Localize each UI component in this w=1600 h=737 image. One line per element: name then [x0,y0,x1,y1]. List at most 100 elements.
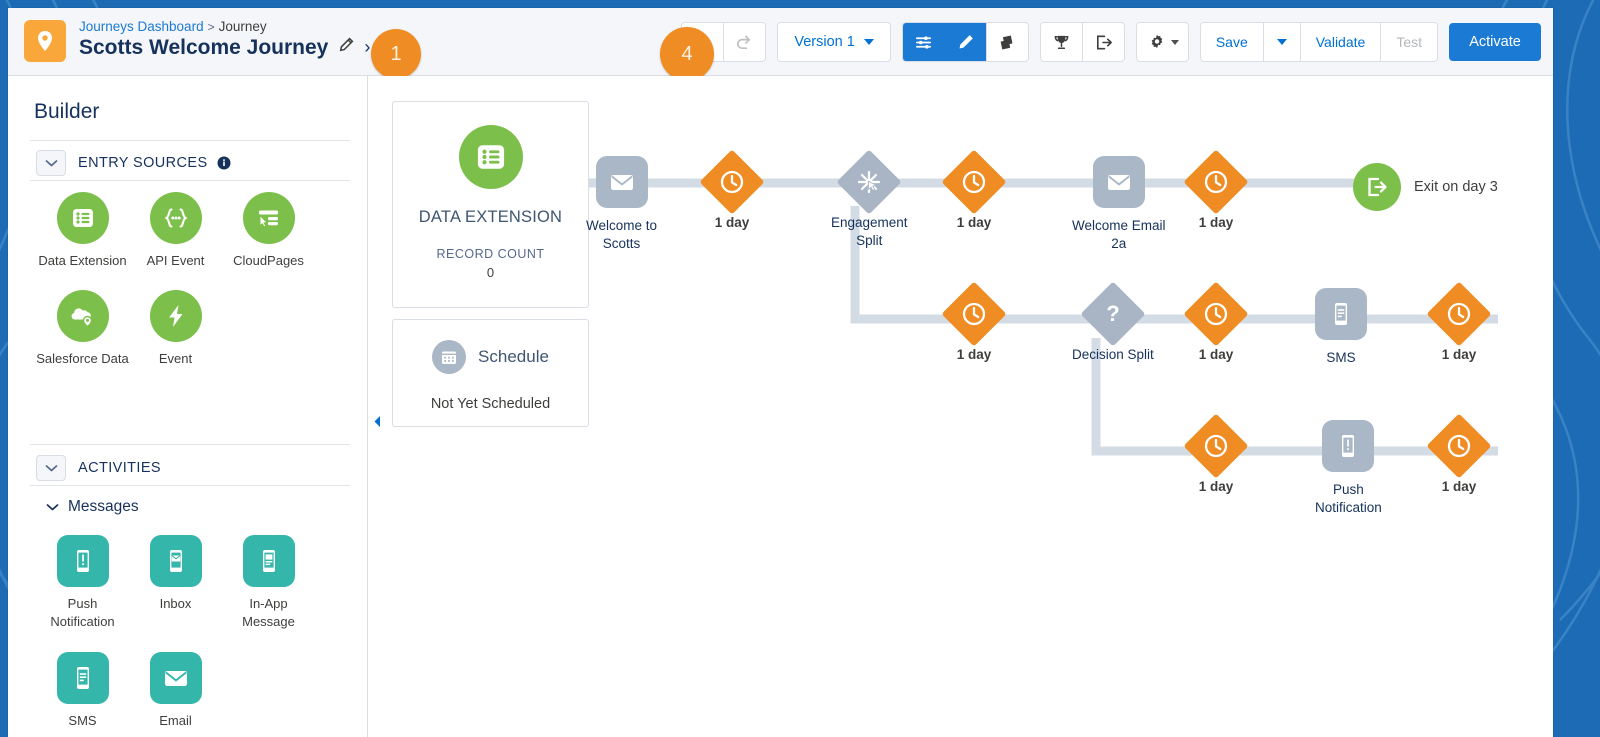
entry-sources-palette: Data Extension API Event CloudPages Sale… [36,192,336,375]
save-button[interactable]: Save [1200,23,1263,61]
messages-palette: Push Notification Inbox In-App Message S… [36,535,336,736]
trophy-icon[interactable] [1040,23,1082,61]
schedule-card-title: Schedule [478,347,549,366]
lightning-bolt-icon [149,290,202,343]
journey-canvas: DATA EXTENSION RECORD COUNT 0 Schedule N… [368,76,1553,737]
duplicate-icon[interactable] [985,23,1028,61]
entry-card-title: DATA EXTENSION [418,208,563,226]
node-label: 1 day [714,215,750,230]
clock-icon [1183,149,1249,215]
calendar-icon [432,340,467,374]
save-dropdown-button[interactable] [1262,23,1300,61]
node-welcome-email-2a[interactable]: Welcome Email 2a [1072,156,1166,253]
node-label: Decision Split [1072,347,1154,362]
messages-group-header[interactable]: Messages [46,498,139,516]
node-label: Welcome Email 2a [1072,218,1166,252]
node-label: 1 day [956,215,992,230]
palette-item-push-notification[interactable]: Push Notification [36,535,129,632]
node-wait-7[interactable]: 1 day [1183,413,1249,496]
palette-item-email[interactable]: Email [129,651,222,730]
node-welcome-to-scotts[interactable]: Welcome to Scotts [586,156,657,253]
app-shell: Journeys Dashboard > Journey Scotts Welcom… [8,8,1553,737]
info-icon[interactable] [217,156,231,170]
entry-sources-header[interactable]: ENTRY SOURCES [36,150,231,176]
node-label: SMS [1326,350,1356,365]
location-pin-icon [24,20,66,62]
node-exit[interactable]: Exit on day 3 [1353,163,1498,211]
clock-icon [1426,281,1492,347]
settings-group [1135,22,1189,62]
salesforce-cloud-icon [56,290,109,343]
node-label: Engagement Split [831,215,908,249]
palette-item-salesforce-data[interactable]: Salesforce Data [36,290,129,368]
divider [30,485,350,486]
redo-icon[interactable] [723,23,766,61]
palette-item-label: CloudPages [233,253,304,268]
activities-header[interactable]: ACTIVITIES [36,455,161,481]
node-wait-5[interactable]: 1 day [1183,281,1249,364]
chevron-down-icon[interactable] [36,150,66,176]
chevron-down-icon[interactable] [36,455,66,481]
palette-item-api-event[interactable]: API Event [129,192,222,270]
header-toolbar: Version 1 Save Validate Test Activate [681,22,1541,62]
breadcrumb-link-dashboard[interactable]: Journeys Dashboard [79,19,204,34]
node-label: 1 day [1441,479,1477,494]
clock-icon [699,149,765,215]
chevron-right-icon[interactable]: › [364,38,370,56]
exit-icon[interactable] [1081,23,1124,61]
node-decision-split[interactable]: ? Decision Split [1072,281,1154,364]
palette-item-cloudpages[interactable]: CloudPages [222,192,315,270]
palette-item-inbox[interactable]: Inbox [129,535,222,632]
email-icon [1092,156,1145,208]
node-wait-2[interactable]: 1 day [941,149,1007,232]
breadcrumb: Journeys Dashboard > Journey Scotts Welcom… [79,20,370,58]
node-wait-8[interactable]: 1 day [1426,413,1492,496]
divider [30,140,350,141]
callout-badge-1: 1 [371,29,421,79]
sms-icon [1315,288,1367,340]
palette-item-sms[interactable]: SMS [36,651,129,730]
node-sms[interactable]: SMS [1315,288,1367,367]
palette-item-label: Push Notification [50,596,115,630]
divider [30,180,350,181]
divider [30,444,350,445]
builder-sidebar: Builder ENTRY SOURCES Data Extension API… [8,76,368,737]
node-wait-1[interactable]: 1 day [699,149,765,232]
chevron-down-icon[interactable] [46,503,59,512]
palette-item-data-extension[interactable]: Data Extension [36,192,129,270]
clock-icon [1183,413,1249,479]
sliders-icon[interactable] [902,23,944,61]
entry-source-card[interactable]: DATA EXTENSION RECORD COUNT 0 [392,101,589,308]
pencil-icon[interactable] [338,37,354,57]
exit-label: Exit on day 3 [1414,179,1498,195]
node-push-notification[interactable]: Push Notification [1315,420,1382,517]
activate-button[interactable]: Activate [1449,23,1541,61]
palette-item-label: Data Extension [38,253,127,268]
email-icon [149,651,202,704]
messages-group-label: Messages [68,498,139,515]
node-wait-4[interactable]: 1 day [941,281,1007,364]
sidebar-title: Builder [34,100,100,123]
schedule-card[interactable]: Schedule Not Yet Scheduled [392,319,589,427]
node-engagement-split[interactable]: Engagement Split [831,149,908,250]
node-label: 1 day [1198,347,1234,362]
node-wait-3[interactable]: 1 day [1183,149,1249,232]
palette-item-in-app-message[interactable]: In-App Message [222,535,315,632]
schedule-status: Not Yet Scheduled [430,396,551,412]
email-icon [595,156,648,208]
app-header: Journeys Dashboard > Journey Scotts Welcom… [8,8,1553,76]
version-label: Version 1 [794,34,855,50]
gear-icon[interactable] [1136,23,1188,61]
breadcrumb-current: Journey [218,19,267,34]
goals-exit-group [1039,22,1125,62]
engagement-split-icon [836,149,902,215]
node-wait-6[interactable]: 1 day [1426,281,1492,364]
breadcrumb-separator: > [207,20,215,34]
node-label: 1 day [956,347,992,362]
save-validate-test-group: Save Validate Test [1199,22,1438,62]
palette-item-event[interactable]: Event [129,290,222,368]
validate-button[interactable]: Validate [1299,23,1381,61]
question-mark-icon: ? [1080,281,1146,347]
pencil-icon[interactable] [943,23,986,61]
version-selector[interactable]: Version 1 [777,22,891,62]
